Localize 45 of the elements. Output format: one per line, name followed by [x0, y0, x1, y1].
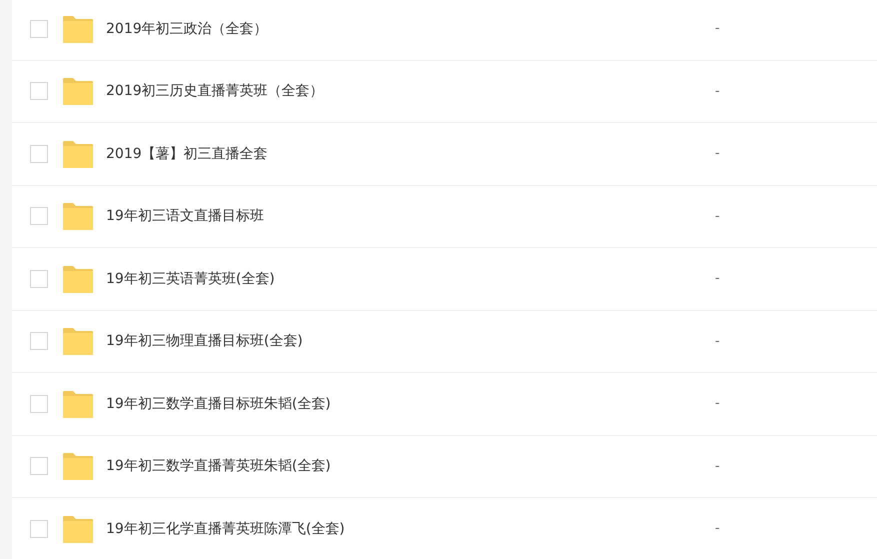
- folder-icon: [63, 327, 93, 356]
- table-cell: -: [715, 21, 720, 36]
- row-checkbox[interactable]: [30, 520, 48, 538]
- table-cell: -: [715, 521, 720, 536]
- file-row[interactable]: 19年初三物理直播目标班(全套) -: [12, 310, 877, 373]
- folder-icon: [63, 202, 93, 230]
- row-checkbox[interactable]: [30, 207, 48, 226]
- table-cell: -: [715, 271, 720, 286]
- folder-icon: [63, 452, 93, 480]
- row-checkbox[interactable]: [30, 20, 48, 38]
- folder-icon: [63, 140, 93, 168]
- folder-name[interactable]: 19年初三物理直播目标班(全套): [106, 332, 666, 350]
- folder-name[interactable]: 2019初三历史直播菁英班（全套）: [106, 82, 666, 100]
- table-cell: -: [715, 458, 720, 474]
- file-row[interactable]: 19年初三语文直播目标班 -: [12, 186, 877, 248]
- table-cell: -: [715, 334, 720, 349]
- table-cell: -: [715, 208, 720, 224]
- row-checkbox[interactable]: [30, 82, 48, 100]
- row-checkbox[interactable]: [30, 270, 48, 288]
- file-row[interactable]: 19年初三英语菁英班(全套) -: [12, 248, 877, 310]
- folder-name[interactable]: 19年初三数学直播菁英班朱韬(全套): [106, 457, 666, 476]
- folder-name[interactable]: 19年初三英语菁英班(全套): [106, 270, 666, 288]
- table-cell: -: [715, 146, 720, 162]
- table-cell: -: [715, 396, 720, 412]
- row-checkbox[interactable]: [30, 332, 48, 350]
- folder-icon: [63, 77, 93, 106]
- file-row[interactable]: 2019初三历史直播菁英班（全套） -: [12, 60, 877, 123]
- folder-icon: [63, 514, 93, 543]
- folder-icon: [63, 390, 93, 418]
- row-checkbox[interactable]: [30, 457, 48, 476]
- folder-name[interactable]: 19年初三化学直播菁英班陈潭飞(全套): [106, 520, 666, 538]
- file-row[interactable]: 19年初三化学直播菁英班陈潭飞(全套) -: [12, 498, 877, 559]
- folder-name[interactable]: 2019【薯】初三直播全套: [106, 144, 666, 163]
- folder-name[interactable]: 2019年初三政治（全套）: [106, 20, 666, 38]
- table-cell: -: [715, 84, 720, 99]
- file-row[interactable]: 19年初三数学直播目标班朱韬(全套) -: [12, 373, 877, 436]
- folder-icon: [63, 14, 93, 43]
- file-row[interactable]: 19年初三数学直播菁英班朱韬(全套) -: [12, 436, 877, 498]
- file-row[interactable]: 2019【薯】初三直播全套 -: [12, 123, 877, 186]
- file-row[interactable]: 2019年初三政治（全套） -: [12, 0, 877, 60]
- folder-icon: [63, 264, 93, 293]
- folder-name[interactable]: 19年初三语文直播目标班: [106, 207, 666, 226]
- folder-name[interactable]: 19年初三数学直播目标班朱韬(全套): [106, 394, 666, 413]
- row-checkbox[interactable]: [30, 394, 48, 413]
- row-checkbox[interactable]: [30, 144, 48, 163]
